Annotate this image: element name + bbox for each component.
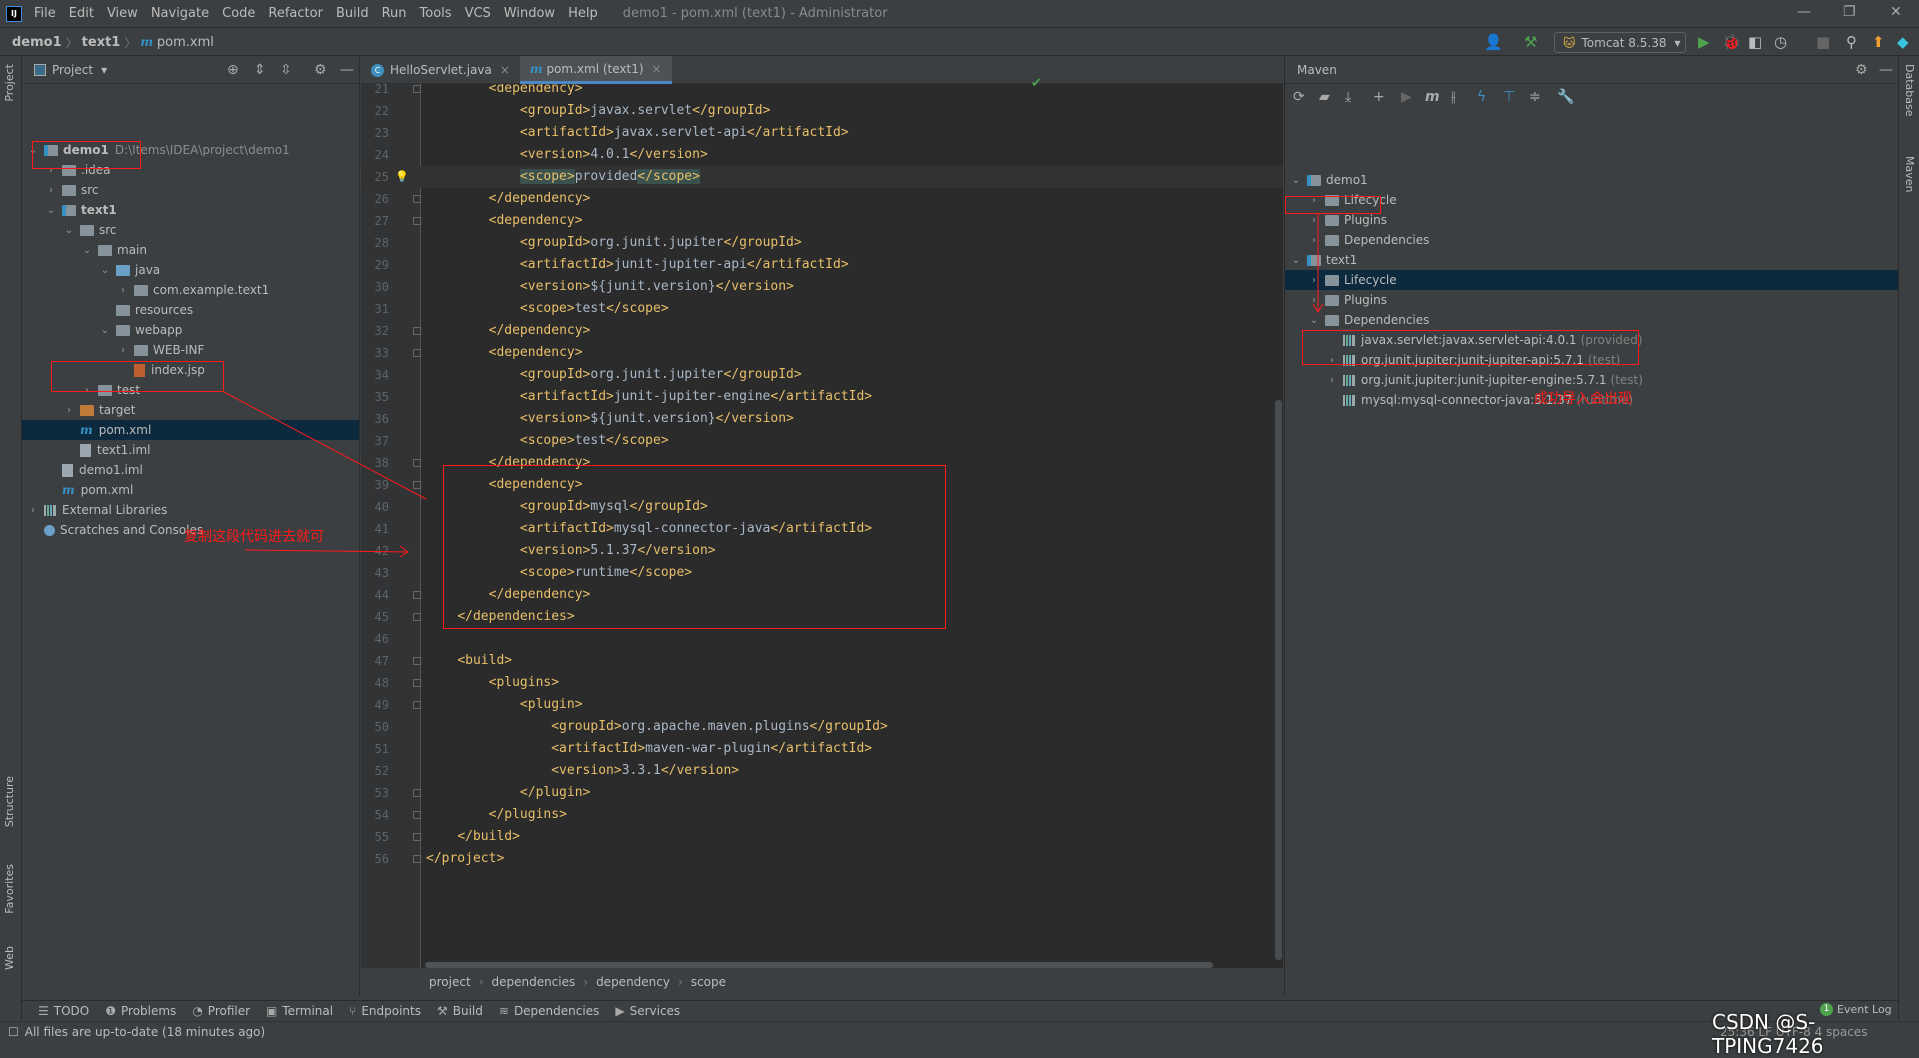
arrow-note-to-code [244, 549, 409, 553]
annotation-arrows [223, 214, 1324, 558]
csdn-watermark: CSDN @S-TPING7426 [1712, 1010, 1824, 1058]
arrow-pom-to-code [223, 391, 427, 500]
